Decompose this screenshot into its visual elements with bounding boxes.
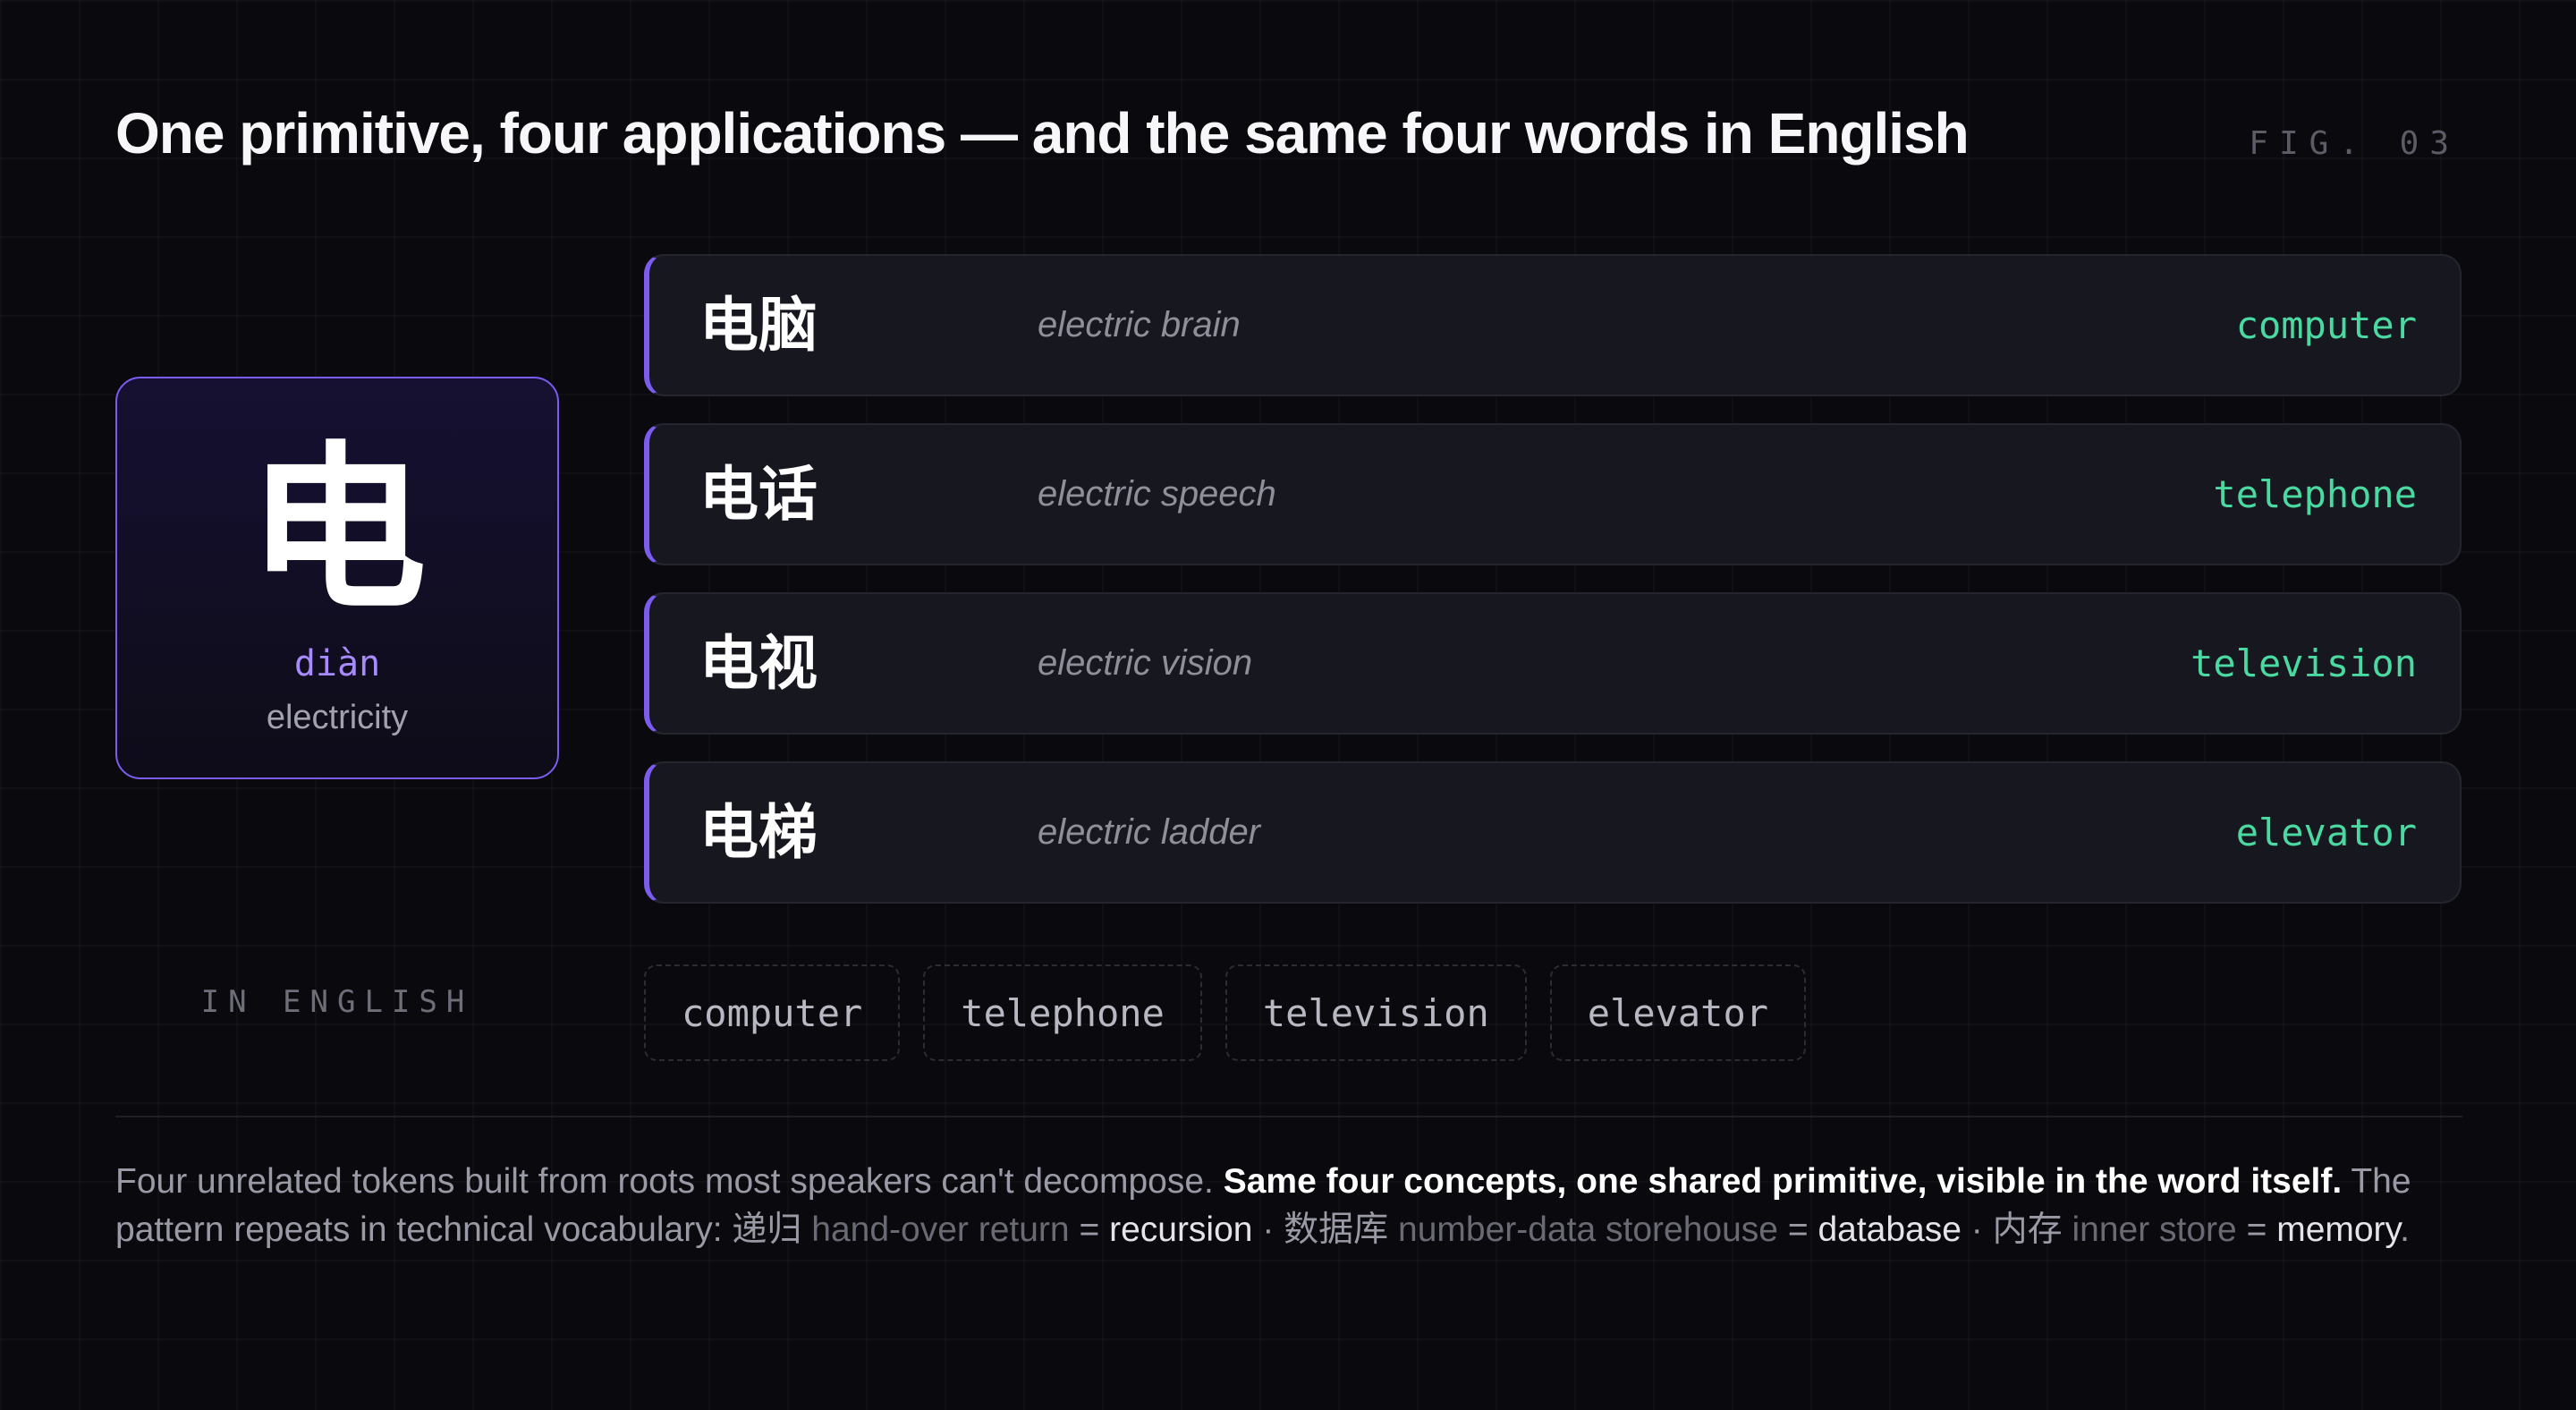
word-english: telephone [2213,472,2417,516]
example-literal: number-data storehouse [1398,1210,1778,1249]
example-literal: inner store [2072,1210,2237,1249]
example-hanzi: 递归 [732,1210,802,1249]
example-equals: = [1787,1210,1809,1249]
word-hanzi: 电梯 [699,798,818,867]
example-equals: = [2246,1210,2267,1249]
in-english-label: IN ENGLISH [200,984,474,1020]
example-english: database [1818,1210,1962,1249]
example-hanzi: 内存 [1992,1210,2063,1249]
word-hanzi: 电视 [699,629,818,698]
example-english: memory [2276,1210,2401,1249]
compound-word-row: 电视 electric vision television [644,592,2462,735]
primitive-pinyin: diàn [293,643,381,684]
compound-word-list: 电脑 electric brain computer 电话 electric s… [644,254,2462,930]
example-english: recursion [1109,1210,1253,1249]
figure-number: FIG. 03 [2249,125,2460,162]
word-english: television [2190,641,2417,685]
word-literal-gloss: electric speech [1038,474,1276,514]
compound-word-row: 电梯 electric ladder elevator [644,761,2462,904]
example-equals: = [1079,1210,1100,1249]
example-separator: · [1970,1210,1983,1249]
primitive-character: 电 [247,426,427,634]
english-word-chip: elevator [1549,964,1807,1061]
figure-caption: Four unrelated tokens built from roots m… [115,1158,2459,1254]
word-hanzi: 电话 [699,460,818,529]
figure-title: One primitive, four applications — and t… [115,101,1970,166]
caption-intro: Four unrelated tokens built from roots m… [115,1162,1214,1201]
primitive-gloss: electricity [266,699,409,736]
word-hanzi: 电脑 [699,291,818,360]
caption-end: . [2400,1210,2410,1249]
primitive-card: 电 diàn electricity [115,377,559,779]
example-hanzi: 数据库 [1284,1210,1389,1249]
example-literal: hand-over return [811,1210,1070,1249]
example-separator: · [1262,1210,1275,1249]
english-word-chip: computer [644,964,901,1061]
word-literal-gloss: electric brain [1038,305,1241,344]
word-english: elevator [2235,811,2417,854]
english-word-chip: television [1224,964,1527,1061]
word-literal-gloss: electric ladder [1038,812,1261,852]
word-english: computer [2235,303,2417,347]
english-word-chip: telephone [923,964,1202,1061]
english-word-chips: computer telephone television elevator [644,964,1807,1061]
caption-emphasis: Same four concepts, one shared primitive… [1223,1162,2343,1201]
compound-word-row: 电话 electric speech telephone [644,423,2462,565]
compound-word-row: 电脑 electric brain computer [644,254,2462,396]
word-literal-gloss: electric vision [1038,643,1253,683]
section-divider [115,1116,2462,1117]
